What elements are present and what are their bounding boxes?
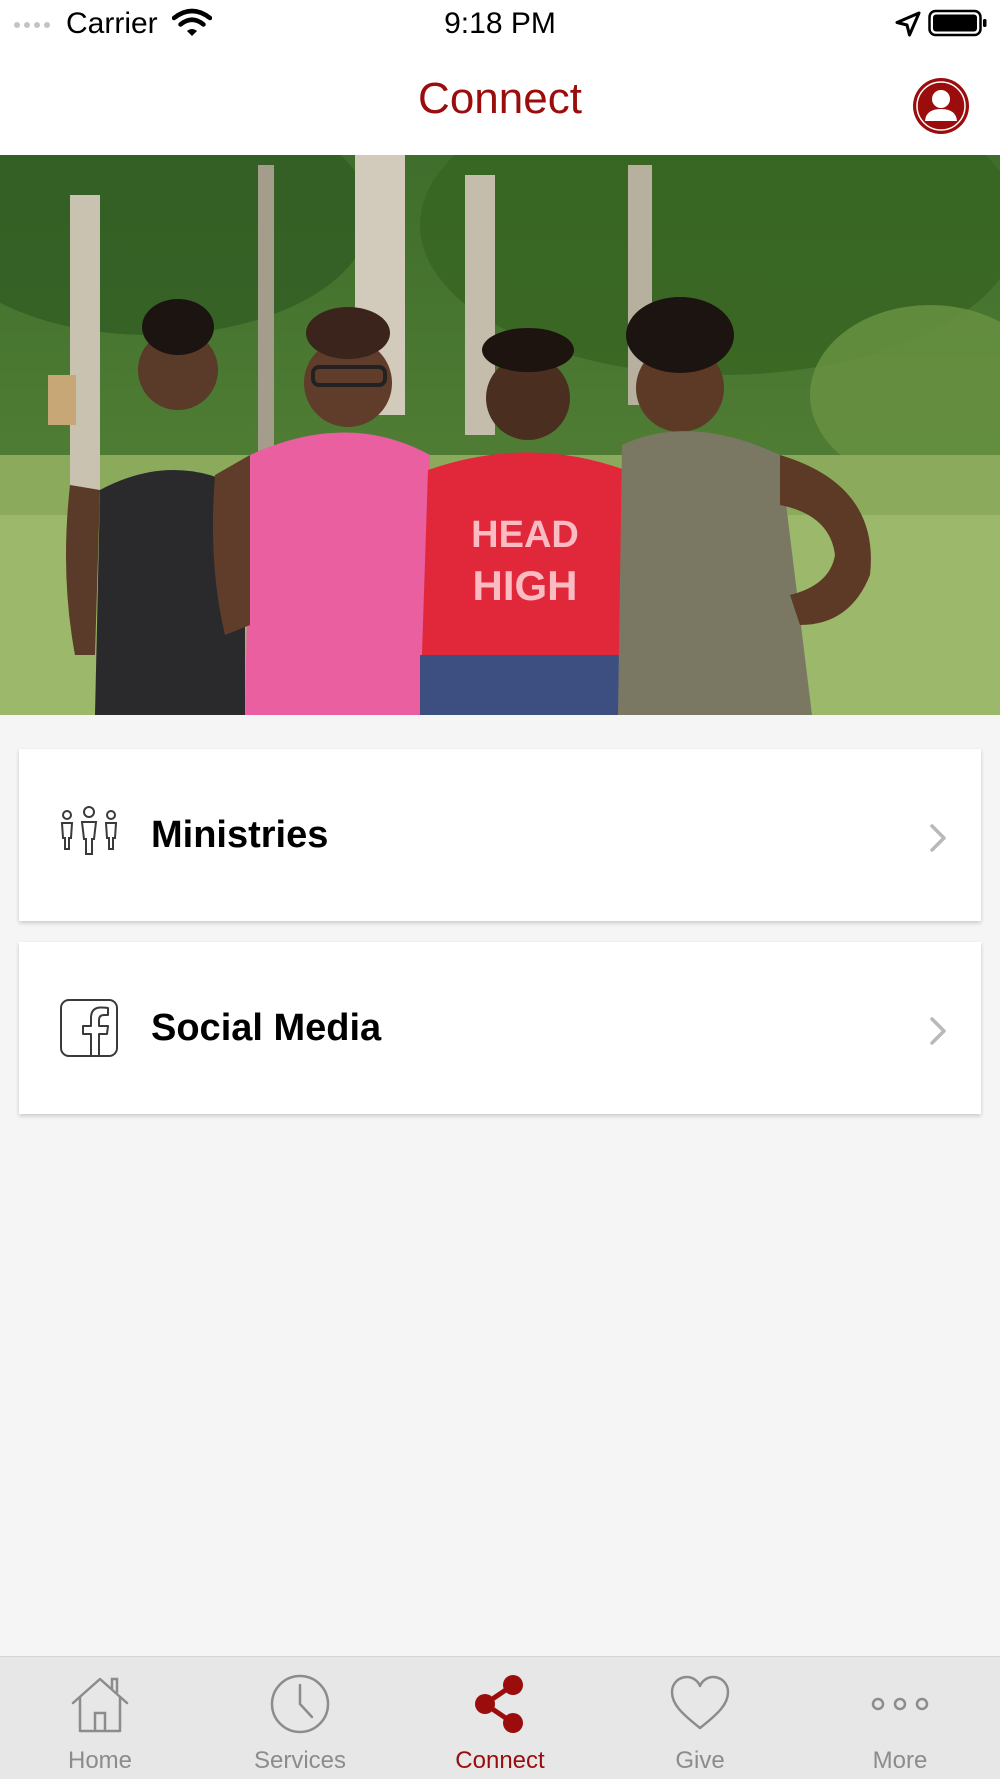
tab-home-label: Home (67, 1747, 133, 1774)
social-media-card[interactable]: Social Media (19, 942, 981, 1114)
status-bar: Carrier 9:18 PM (0, 0, 1000, 48)
tab-connect[interactable]: Connect (400, 1657, 600, 1779)
clock-icon (270, 1674, 330, 1734)
chevron-right-icon (930, 824, 946, 852)
tab-more-label: More (872, 1747, 928, 1774)
tab-give[interactable]: Give (600, 1657, 800, 1779)
location-arrow-icon (895, 11, 921, 37)
house-icon (71, 1677, 129, 1733)
people-icon (60, 806, 118, 855)
svg-text:HIGH: HIGH (473, 562, 578, 609)
nav-bar: Connect (0, 48, 1000, 155)
facebook-icon (60, 999, 118, 1057)
user-icon (913, 78, 969, 134)
profile-button[interactable] (913, 78, 969, 134)
tab-give-label: Give (675, 1747, 725, 1774)
page-title: Connect (418, 74, 582, 123)
heart-icon (670, 1675, 730, 1730)
svg-text:HEAD: HEAD (471, 514, 579, 556)
tab-connect-label: Connect (455, 1747, 545, 1774)
hero-image: HEAD HIGH (0, 155, 1000, 715)
tab-services-label: Services (253, 1747, 347, 1774)
tab-bar: Home Services Connect Give More (0, 1656, 1000, 1779)
battery-icon (928, 9, 987, 37)
social-media-label: Social Media (151, 1007, 382, 1049)
more-dots-icon (871, 1697, 929, 1711)
tab-services[interactable]: Services (200, 1657, 400, 1779)
tab-more[interactable]: More (800, 1657, 1000, 1779)
tab-home[interactable]: Home (0, 1657, 200, 1779)
ministries-label: Ministries (151, 814, 329, 856)
clock-time: 9:18 PM (444, 7, 556, 40)
chevron-right-icon (930, 1017, 946, 1045)
share-icon (475, 1675, 523, 1733)
ministries-card[interactable]: Ministries (19, 749, 981, 921)
